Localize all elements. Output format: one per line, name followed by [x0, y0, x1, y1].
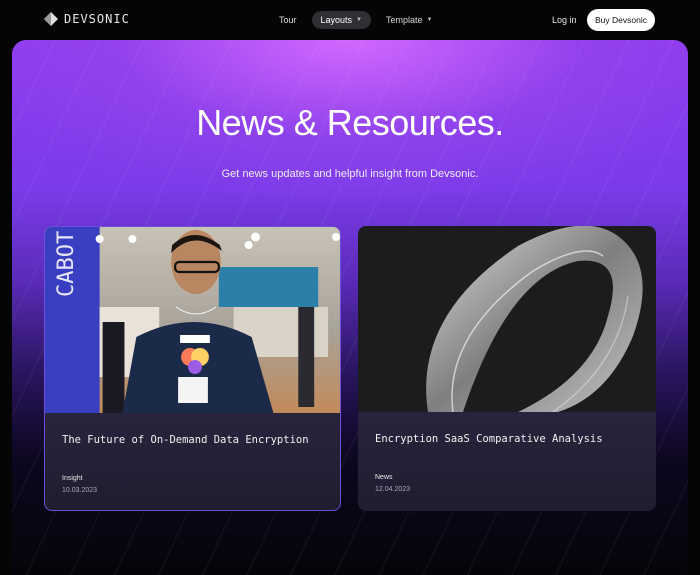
article-category: Insight [62, 475, 83, 482]
article-card[interactable]: CABOT The Future of On-Demand Data Encry… [44, 226, 341, 511]
menu-item-label: Template [386, 15, 423, 25]
brand-logo[interactable]: DEVSONIC [44, 12, 130, 26]
page-subtitle: Get news updates and helpful insight fro… [221, 168, 479, 180]
article-category: News [375, 474, 393, 481]
article-thumbnail-photo: CABOT [45, 227, 340, 413]
article-date: 10.03.2023 [62, 487, 98, 494]
hero-section: News & Resources. Get news updates and h… [12, 40, 688, 575]
article-thumbnail-ring [358, 226, 656, 412]
menu-item-template[interactable]: Template ▼ [377, 11, 441, 29]
main-menu: Tour Layouts ▼ Template ▼ [270, 11, 441, 29]
devsonic-logo-icon [44, 12, 58, 26]
buy-button[interactable]: Buy Devsonic [587, 9, 655, 31]
menu-item-label: Layouts [320, 15, 353, 25]
article-title: The Future of On-Demand Data Encryption [62, 434, 309, 446]
top-nav: DEVSONIC Tour Layouts ▼ Template ▼ Log i… [0, 0, 700, 40]
chevron-down-icon: ▼ [356, 17, 362, 23]
login-link[interactable]: Log in [552, 15, 577, 25]
article-date: 12.04.2023 [375, 486, 411, 493]
menu-item-tour[interactable]: Tour [270, 11, 306, 29]
page-title: News & Resources. [196, 102, 504, 143]
article-card[interactable]: Encryption SaaS Comparative Analysis New… [358, 226, 656, 511]
brand-name: DEVSONIC [64, 12, 130, 26]
menu-item-label: Tour [279, 15, 297, 25]
article-title: Encryption SaaS Comparative Analysis [375, 433, 603, 445]
chevron-down-icon: ▼ [426, 17, 433, 23]
menu-item-layouts[interactable]: Layouts ▼ [311, 11, 371, 29]
svg-text:CABOT: CABOT [54, 231, 79, 297]
